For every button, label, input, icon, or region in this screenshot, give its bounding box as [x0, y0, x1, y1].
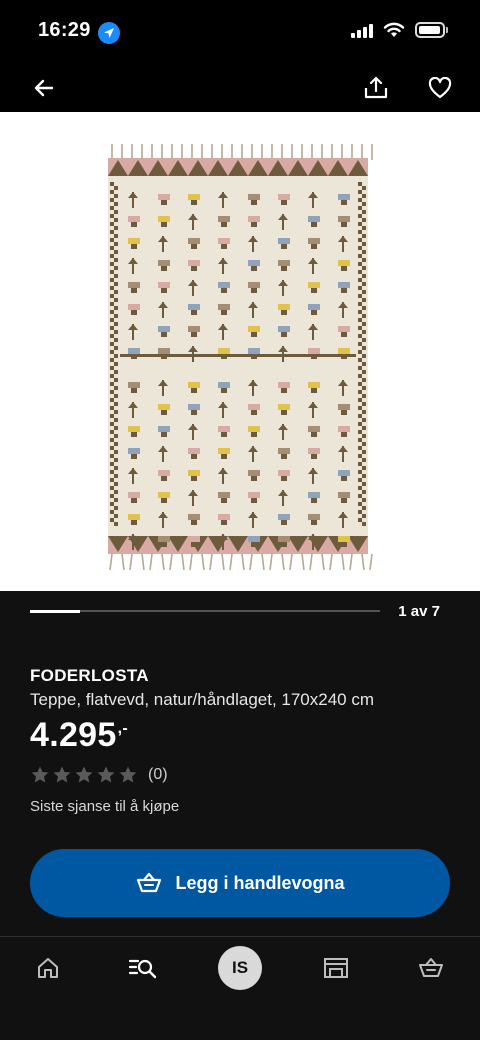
rating[interactable]: (0): [30, 765, 168, 785]
back-button[interactable]: [28, 72, 60, 104]
basket-icon: [419, 958, 443, 977]
back-arrow-icon: [34, 79, 54, 97]
tab-search[interactable]: [123, 951, 163, 985]
shopping-basket-icon: [137, 872, 162, 893]
status-time: 16:29: [38, 19, 91, 41]
availability-text: Siste sjanse til å kjøpe: [30, 798, 180, 815]
store-icon: [324, 958, 348, 978]
rating-count: (0): [148, 766, 168, 783]
search-list-icon: [128, 959, 157, 979]
add-to-cart-label: Legg i handlevogna: [175, 872, 345, 893]
share-button[interactable]: [360, 72, 392, 104]
tab-cart[interactable]: [411, 951, 451, 985]
gallery-indicator: 1 av 7: [0, 591, 480, 637]
product-name: FODERLOSTA: [30, 666, 149, 685]
product-description: Teppe, flatvevd, natur/håndlaget, 170x24…: [30, 690, 375, 709]
home-icon: [38, 958, 58, 978]
gallery-counter: 1 av 7: [398, 603, 440, 620]
tab-home[interactable]: [28, 951, 68, 985]
product-image: [108, 144, 373, 571]
wifi-icon: [383, 22, 405, 37]
rating-stars: [30, 765, 138, 785]
gallery-progress-track: [30, 609, 380, 613]
cellular-signal-icon: [351, 22, 373, 38]
product-price: 4.295 ,-: [30, 716, 128, 755]
product-image-area[interactable]: [0, 112, 480, 591]
star-icon: [119, 766, 137, 783]
status-bar: 16:29: [0, 0, 480, 64]
star-icon: [31, 766, 49, 783]
tab-profile-avatar[interactable]: IS: [218, 946, 262, 990]
heart-icon: [428, 77, 452, 99]
nav-bar: [0, 64, 480, 112]
tab-store[interactable]: [316, 951, 356, 985]
tab-bar: IS: [0, 936, 480, 1040]
star-icon: [97, 766, 115, 783]
location-arrow-icon: [98, 22, 120, 44]
share-icon: [364, 76, 388, 99]
status-icons: [351, 22, 448, 38]
price-suffix: ,-: [117, 720, 128, 737]
add-to-cart-button[interactable]: Legg i handlevogna: [30, 849, 450, 917]
gallery-progress-fill: [30, 609, 81, 613]
star-icon: [53, 766, 71, 783]
favorite-button[interactable]: [424, 72, 456, 104]
price-value: 4.295: [30, 716, 117, 754]
battery-icon: [415, 22, 448, 38]
star-icon: [75, 766, 93, 783]
